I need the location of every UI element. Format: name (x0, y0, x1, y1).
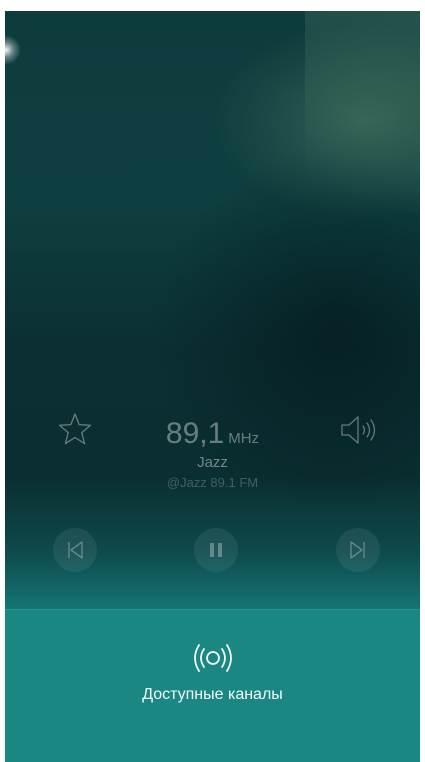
next-icon (350, 541, 365, 559)
previous-button[interactable] (53, 528, 97, 572)
available-channels-label: Доступные каналы (142, 686, 283, 703)
player-panel: 89,1 MHz Jazz @Jazz 89.1 FM (5, 411, 420, 591)
light-beam (305, 11, 420, 271)
station-genre: Jazz (197, 454, 228, 471)
star-icon (58, 413, 92, 445)
volume-button[interactable] (338, 412, 382, 448)
pause-button[interactable] (194, 528, 238, 572)
previous-icon (68, 541, 83, 559)
station-handle: @Jazz 89.1 FM (166, 475, 259, 490)
pause-icon (210, 543, 222, 557)
next-button[interactable] (336, 528, 380, 572)
frequency-unit: MHz (228, 430, 260, 447)
radio-player-screen: 89,1 MHz Jazz @Jazz 89.1 FM Доступные ка… (5, 11, 420, 762)
favorite-button[interactable] (57, 411, 93, 447)
light-flare (5, 35, 21, 65)
speaker-icon (341, 416, 376, 444)
frequency-display: 89,1 MHz (145, 417, 280, 451)
available-channels-button[interactable]: Доступные каналы (5, 609, 420, 762)
radio-waves-icon (194, 644, 232, 672)
frequency-value: 89,1 (165, 417, 225, 450)
